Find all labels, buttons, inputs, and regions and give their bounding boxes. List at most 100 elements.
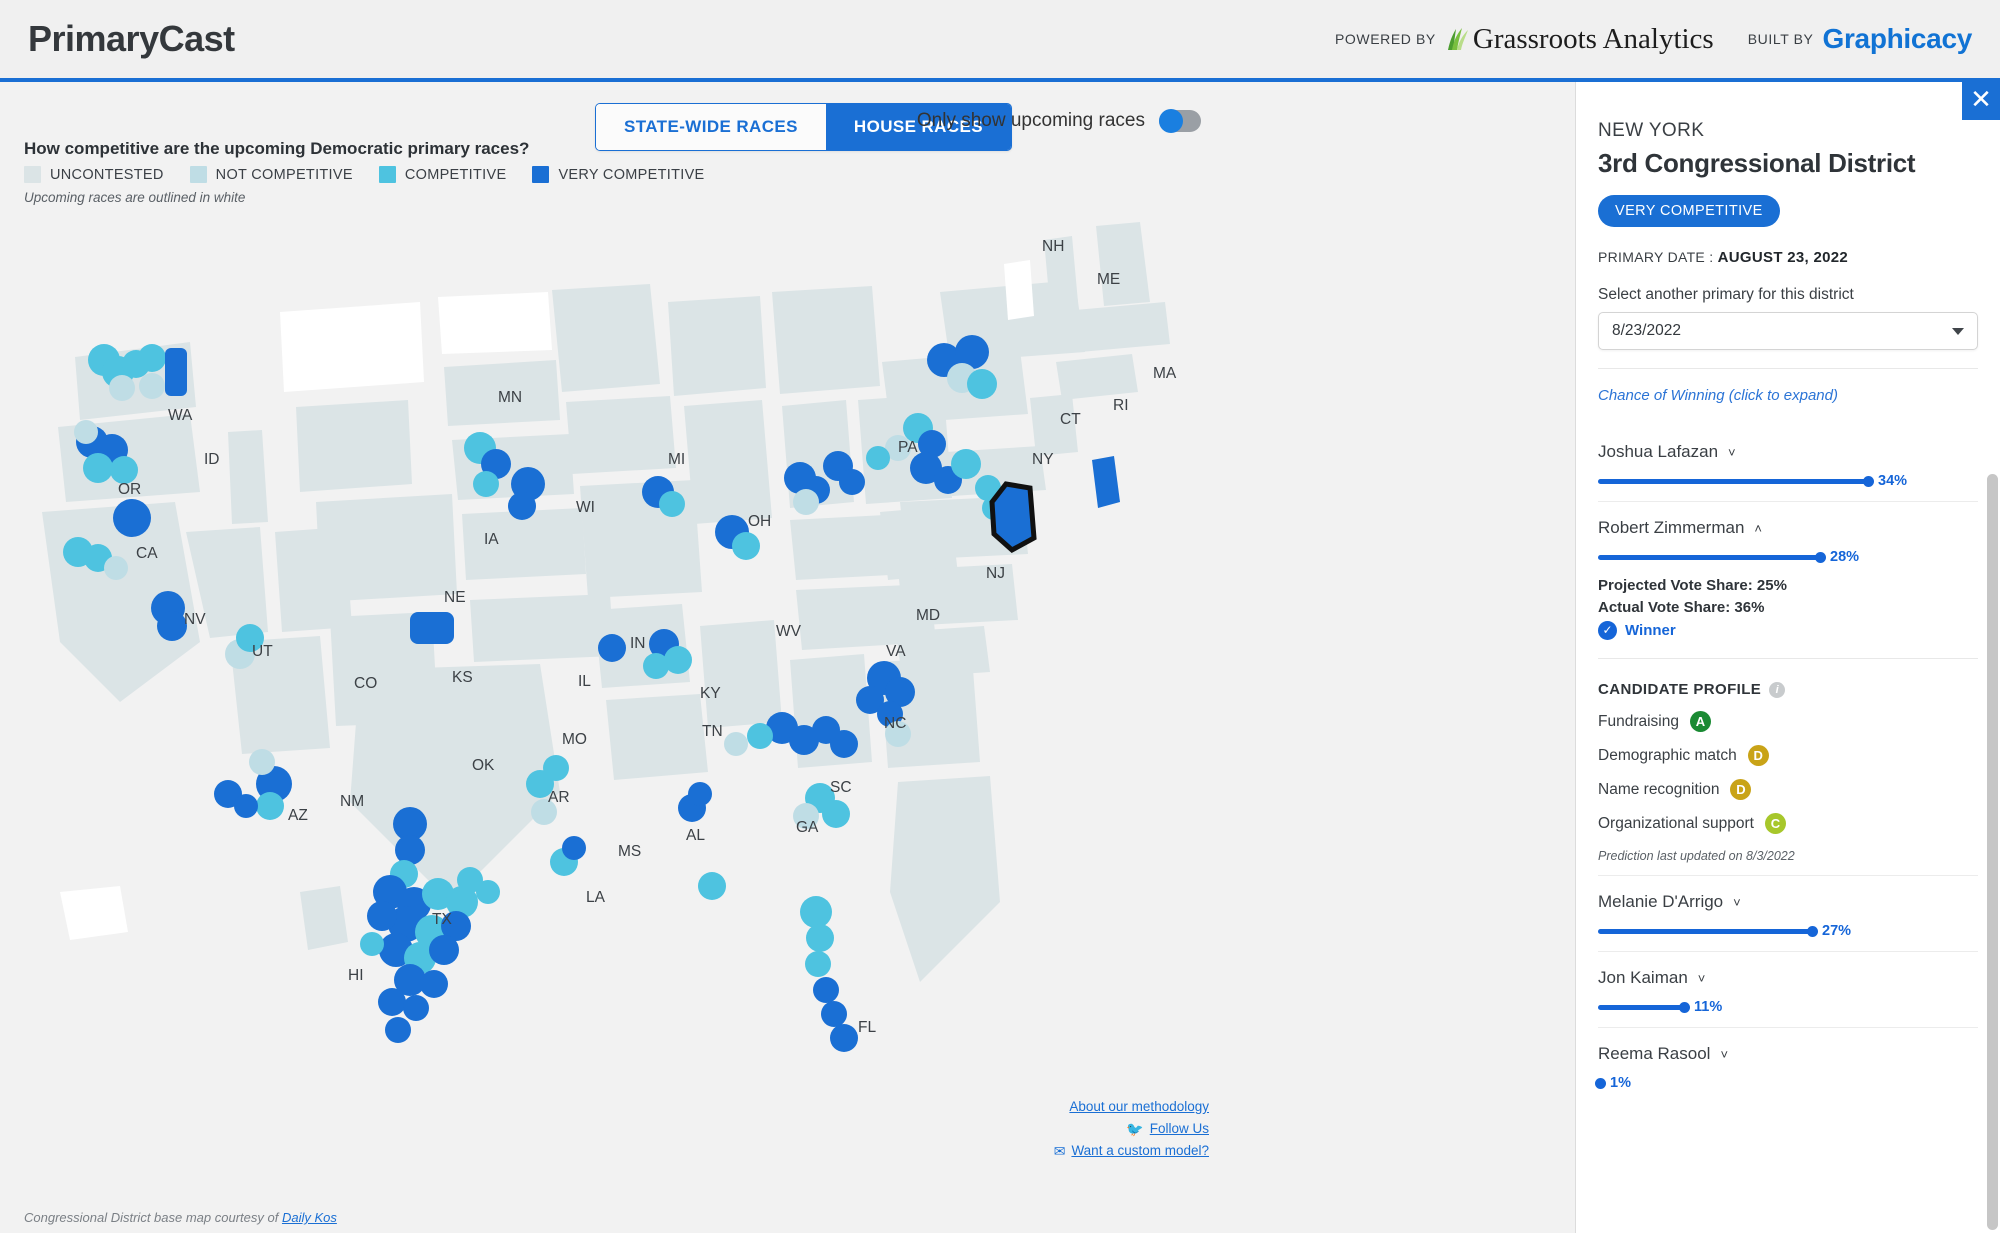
candidate-row[interactable]: Melanie D'Arrigo ˅ 27% (1598, 875, 1978, 951)
chevron-down-icon[interactable]: ˅ (1698, 971, 1706, 986)
panel-body: NEW YORK 3rd Congressional District VERY… (1576, 82, 2000, 1103)
link-daily-kos[interactable]: Daily Kos (282, 1210, 337, 1225)
chevron-down-icon (1952, 327, 1964, 335)
primary-date-row: PRIMARY DATE : AUGUST 23, 2022 (1598, 249, 1978, 266)
candidate-row-expanded[interactable]: Robert Zimmerman ˄ 28% Projected Vote Sh… (1598, 501, 1978, 875)
custom-model-row: ✉ Want a custom model? (1054, 1143, 1209, 1158)
link-follow-us[interactable]: Follow Us (1150, 1121, 1209, 1136)
primary-date-select-value: 8/23/2022 (1612, 322, 1681, 339)
legend-title: How competitive are the upcoming Democra… (24, 139, 530, 158)
svg-text:NV: NV (184, 611, 206, 628)
candidate-percent: 28% (1830, 549, 1860, 565)
svg-text:IN: IN (630, 635, 646, 652)
info-icon[interactable]: i (1769, 681, 1786, 698)
candidate-name: Jon Kaiman (1598, 968, 1688, 987)
candidate-row[interactable]: Joshua Lafazan ˅ 34% (1598, 426, 1978, 501)
district-detail-panel: ✕ NEW YORK 3rd Congressional District VE… (1575, 82, 2000, 1233)
svg-text:MN: MN (498, 389, 522, 406)
us-congressional-district-map[interactable]: NH ME MA RI CT NY NJ PA MI MN WI OH IA M… (0, 202, 1300, 1102)
candidate-header[interactable]: Joshua Lafazan ˅ (1598, 442, 1978, 462)
winner-label: Winner (1625, 622, 1676, 639)
svg-text:FL: FL (858, 1019, 876, 1036)
powered-by-credit: POWERED BY Grassroots Analytics (1335, 23, 1714, 56)
candidate-bar-row: 27% (1598, 923, 1978, 939)
svg-text:NH: NH (1042, 238, 1064, 255)
candidate-name: Melanie D'Arrigo (1598, 892, 1724, 911)
basemap-credit: Congressional District base map courtesy… (24, 1210, 337, 1225)
legend-item-very-competitive: VERY COMPETITIVE (532, 166, 704, 183)
grass-icon (1447, 28, 1468, 50)
built-by-credit: BUILT BY Graphicacy (1747, 23, 1973, 55)
chance-bar-track (1598, 551, 1826, 563)
candidate-row[interactable]: Reema Rasool ˅ 1% (1595, 1027, 1978, 1103)
profile-row-demographic-match: Demographic match D (1598, 745, 1978, 766)
candidate-row[interactable]: Jon Kaiman ˅ 11% (1598, 951, 1978, 1027)
panel-district-name: 3rd Congressional District (1598, 148, 1916, 178)
candidate-bar-row: 1% (1595, 1075, 1978, 1091)
svg-text:NE: NE (444, 589, 466, 606)
legend-swatch-very-competitive (532, 166, 550, 183)
profile-row-name-recognition: Name recognition D (1598, 779, 1978, 800)
svg-text:CT: CT (1060, 411, 1081, 428)
divider (1598, 658, 1978, 659)
actual-vote-share: Actual Vote Share: 36% (1598, 599, 1765, 616)
candidate-name: Robert Zimmerman (1598, 518, 1745, 537)
graphicacy-name: Graphicacy (1822, 23, 1972, 54)
legend-label-very-competitive: VERY COMPETITIVE (558, 166, 705, 183)
candidate-profile-header: CANDIDATE PROFILE i (1598, 681, 1978, 698)
candidate-bar-row: 28% (1598, 549, 1978, 565)
toggle-label: Only show upcoming races (916, 110, 1145, 131)
panel-scrollbar-thumb[interactable] (1987, 474, 1998, 1230)
legend-swatch-not-competitive (189, 166, 207, 183)
chance-bar-track (1598, 1001, 1690, 1013)
chance-bar-fill (1598, 551, 1826, 563)
candidate-header[interactable]: Melanie D'Arrigo ˅ (1598, 892, 1978, 912)
tab-statewide-races[interactable]: STATE-WIDE RACES (596, 104, 826, 150)
candidate-header[interactable]: Jon Kaiman ˅ (1598, 968, 1978, 988)
only-upcoming-races-toggle[interactable] (1159, 109, 1201, 133)
svg-text:CO: CO (354, 675, 377, 692)
link-about-methodology[interactable]: About our methodology (1054, 1099, 1209, 1114)
chance-bar-knob (1595, 1077, 1606, 1089)
check-circle-icon: ✓ (1598, 621, 1617, 640)
link-want-custom-model[interactable]: Want a custom model? (1071, 1143, 1209, 1158)
candidate-header[interactable]: Robert Zimmerman ˄ (1598, 518, 1978, 538)
svg-text:NC: NC (884, 715, 906, 732)
profile-row-organizational-support: Organizational support C (1598, 813, 1978, 834)
svg-text:IA: IA (484, 531, 499, 548)
profile-label: Fundraising (1598, 712, 1679, 730)
primary-date-select[interactable]: 8/23/2022 (1598, 312, 1978, 350)
chance-bar-knob (1863, 475, 1874, 487)
svg-text:TN: TN (702, 723, 723, 740)
svg-text:CA: CA (136, 545, 158, 562)
svg-text:AR: AR (548, 789, 570, 806)
close-icon[interactable]: ✕ (1962, 82, 2000, 120)
svg-text:AL: AL (686, 827, 705, 844)
chevron-down-icon[interactable]: ˅ (1728, 445, 1736, 460)
chance-of-winning-expander[interactable]: Chance of Winning (click to expand) (1598, 387, 1978, 404)
svg-text:WV: WV (776, 623, 802, 640)
chance-bar-track (1595, 1077, 1606, 1089)
profile-label: Name recognition (1598, 780, 1720, 798)
chevron-down-icon[interactable]: ˅ (1733, 895, 1741, 910)
grade-badge: D (1747, 745, 1769, 766)
chevron-down-icon[interactable]: ˅ (1720, 1047, 1728, 1062)
header-credits: POWERED BY Grassroots Analytics BUILT BY… (1335, 23, 1972, 56)
legend: UNCONTESTED NOT COMPETITIVE COMPETITIVE … (24, 166, 705, 183)
grassroots-logo: Grassroots Analytics (1445, 23, 1714, 56)
basemap-credit-text: Congressional District base map courtesy… (24, 1210, 282, 1225)
candidate-percent: 1% (1610, 1075, 1631, 1091)
envelope-icon: ✉ (1053, 1142, 1066, 1159)
candidate-detail: Projected Vote Share: 25% Actual Vote Sh… (1598, 565, 1978, 863)
app-header: PrimaryCast POWERED BY Grassroots Analyt… (0, 0, 2000, 82)
svg-text:TX: TX (432, 911, 452, 928)
built-by-label: BUILT BY (1747, 31, 1814, 47)
svg-text:KY: KY (700, 685, 721, 702)
grade-badge: D (1730, 779, 1752, 800)
chevron-up-icon[interactable]: ˄ (1754, 521, 1762, 536)
candidate-profile-title: CANDIDATE PROFILE (1598, 681, 1762, 698)
candidate-bar-row: 34% (1598, 473, 1978, 489)
svg-text:HI: HI (348, 967, 364, 984)
candidate-header[interactable]: Reema Rasool ˅ (1598, 1044, 1978, 1064)
legend-swatch-competitive (378, 166, 396, 183)
